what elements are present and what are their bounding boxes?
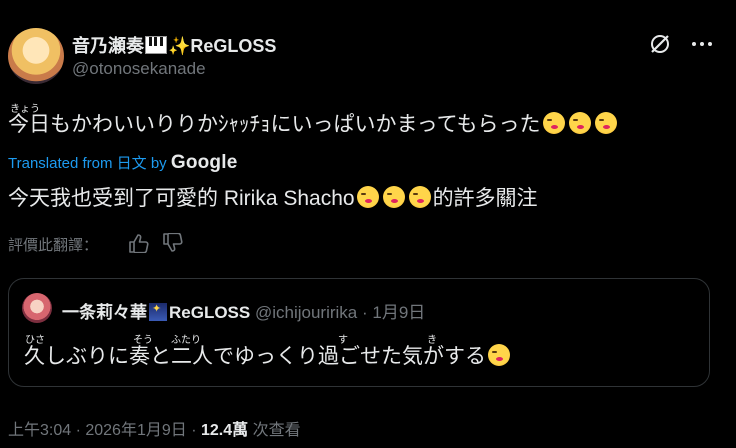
- view-count: 12.4萬: [200, 422, 249, 439]
- author-name-text: 音乃瀬奏: [72, 36, 144, 56]
- kiss-emoji: [408, 186, 431, 208]
- quoted-author-handle: @ichijouririka: [254, 303, 358, 322]
- sparkle-icon: ✨: [168, 36, 191, 56]
- kiss-emoji: [542, 112, 565, 134]
- tweet-text-jp: 今日もかわいいりりかｼｬｯﾁｮにいっぱいかまってもらった: [8, 108, 619, 138]
- view-count-label: 次查看: [252, 422, 301, 439]
- author-name[interactable]: 音乃瀬奏 ✨ReGLOSS: [72, 32, 276, 58]
- kiss-emoji: [568, 112, 591, 134]
- kiss-emoji: [356, 186, 379, 208]
- more-icon[interactable]: [689, 31, 715, 57]
- author-handle[interactable]: @otonosekanade: [72, 59, 206, 79]
- quoted-tweet-text: 久しぶりに奏と二人でゆっくり過ごせた気がする: [24, 340, 512, 370]
- translated-from-label: Translated from 日文 by: [8, 155, 167, 172]
- translated-text-b: 的許多關注: [432, 187, 538, 210]
- quoted-author-avatar[interactable]: [22, 293, 52, 323]
- kiss-emoji: [488, 344, 510, 366]
- thumb-up-icon[interactable]: [128, 233, 150, 253]
- google-logo: Google: [170, 152, 238, 173]
- quoted-text-content: 久しぶりに奏と二人でゆっくり過ごせた気がする: [24, 345, 486, 368]
- thumb-down-icon[interactable]: [162, 233, 184, 253]
- quoted-author-name: 一条莉々華: [62, 303, 147, 322]
- translated-text-a: 今天我也受到了可愛的 Ririka Shacho: [8, 187, 355, 210]
- quoted-tweet-card[interactable]: [8, 278, 710, 387]
- tweet-text-translated: 今天我也受到了可愛的 Ririka Shacho 的許多關注: [8, 182, 538, 212]
- night-icon: [149, 302, 167, 321]
- quoted-date: · 1月9日: [362, 303, 426, 322]
- grok-icon[interactable]: [647, 31, 673, 57]
- kiss-emoji: [382, 186, 405, 208]
- kiss-emoji: [594, 112, 617, 134]
- piano-icon: [145, 36, 167, 54]
- quoted-author-line: 一条莉々華 ReGLOSS @ichijouririka · 1月9日: [62, 298, 425, 323]
- author-avatar[interactable]: [8, 28, 64, 84]
- quoted-author-suffix: ReGLOSS: [169, 303, 251, 322]
- author-name-suffix: ReGLOSS: [190, 36, 277, 56]
- translation-attribution[interactable]: Translated from 日文 by Google: [8, 152, 238, 174]
- tweet-timestamp[interactable]: 上午3:04 · 2026年1月9日 ·: [8, 422, 197, 439]
- rate-translation-label: 評價此翻譯：: [8, 237, 99, 254]
- tweet-meta: 上午3:04 · 2026年1月9日 · 12.4萬 次查看: [8, 416, 301, 440]
- tweet-text-jp-content: 今日もかわいいりりかｼｬｯﾁｮにいっぱいかまってもらった: [8, 113, 541, 136]
